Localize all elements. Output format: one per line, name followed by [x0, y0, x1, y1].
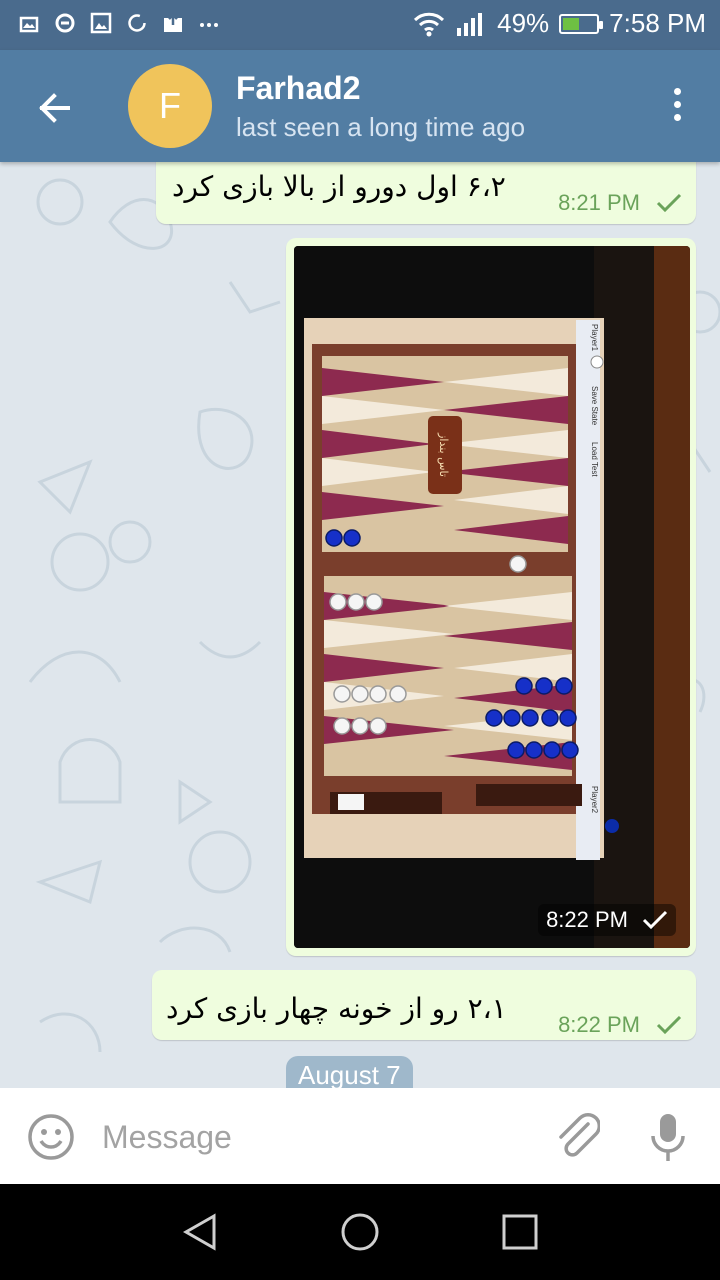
- nav-recents-icon[interactable]: [500, 1212, 540, 1252]
- nav-back-icon[interactable]: [180, 1212, 220, 1252]
- photo-panel-label: تاس بنداز: [437, 432, 450, 477]
- photo-save-state-label: Save State: [590, 386, 599, 426]
- avatar[interactable]: F: [128, 64, 212, 148]
- more-notifications-icon: [200, 23, 218, 27]
- gallery-icon: [19, 16, 39, 33]
- more-options-icon[interactable]: [672, 88, 682, 124]
- chat-subtitle: last seen a long time ago: [236, 112, 526, 142]
- message-composer: [0, 1088, 720, 1184]
- chat-area[interactable]: ۶،۲ اول دورو از بالا بازی کرد 8:21 PM تا…: [0, 162, 720, 1088]
- message-time: 8:21 PM: [558, 190, 640, 215]
- chat-title[interactable]: Farhad2: [236, 70, 360, 107]
- backgammon-board-image: تاس بنداز Player1 Save State Load Test P…: [294, 246, 690, 948]
- emoji-icon[interactable]: [26, 1112, 76, 1162]
- chat-header: F Farhad2 last seen a long time ago: [0, 50, 720, 162]
- backgammon-photo[interactable]: تاس بنداز Player1 Save State Load Test P…: [294, 246, 690, 948]
- battery-percent: 49%: [497, 8, 550, 38]
- upload-icon: [164, 13, 182, 32]
- check-icon: [656, 1015, 682, 1035]
- battery-icon: [559, 13, 604, 34]
- message-time: 8:22 PM: [546, 907, 628, 932]
- photo-meta: 8:22 PM: [538, 904, 676, 936]
- status-time: 7:58 PM: [609, 8, 706, 38]
- microphone-icon[interactable]: [648, 1110, 688, 1164]
- wifi-icon: [414, 12, 445, 36]
- message-bubble[interactable]: ۶،۲ اول دورو از بالا بازی کرد 8:21 PM: [156, 162, 696, 224]
- back-arrow-icon[interactable]: [34, 88, 74, 128]
- photo-player1-label: Player1: [590, 324, 599, 352]
- signal-icon: [457, 12, 483, 36]
- message-text: ۲،۱ رو از خونه چهار بازی کرد: [166, 992, 507, 1025]
- message-input[interactable]: [100, 1106, 524, 1168]
- message-meta: 8:21 PM: [558, 190, 682, 216]
- sync-icon: [55, 13, 75, 33]
- check-icon: [642, 910, 668, 930]
- system-nav-bar: [0, 1184, 720, 1280]
- nav-home-icon[interactable]: [340, 1212, 380, 1252]
- photo-message[interactable]: تاس بنداز Player1 Save State Load Test P…: [286, 238, 696, 956]
- message-bubble[interactable]: ۲،۱ رو از خونه چهار بازی کرد 8:22 PM: [152, 970, 696, 1040]
- photo-load-test-label: Load Test: [590, 442, 599, 477]
- refresh-icon: [128, 14, 146, 32]
- status-bar: 49% 7:58 PM: [0, 0, 720, 50]
- avatar-letter: F: [159, 85, 181, 126]
- message-meta: 8:22 PM: [558, 1012, 682, 1038]
- image-icon: [90, 12, 112, 34]
- attach-icon[interactable]: [552, 1110, 600, 1164]
- photo-player2-label: Player2: [590, 786, 599, 814]
- message-time: 8:22 PM: [558, 1012, 640, 1037]
- message-text: ۶،۲ اول دورو از بالا بازی کرد: [172, 170, 506, 203]
- date-chip: August 7: [286, 1056, 413, 1088]
- check-icon: [656, 193, 682, 213]
